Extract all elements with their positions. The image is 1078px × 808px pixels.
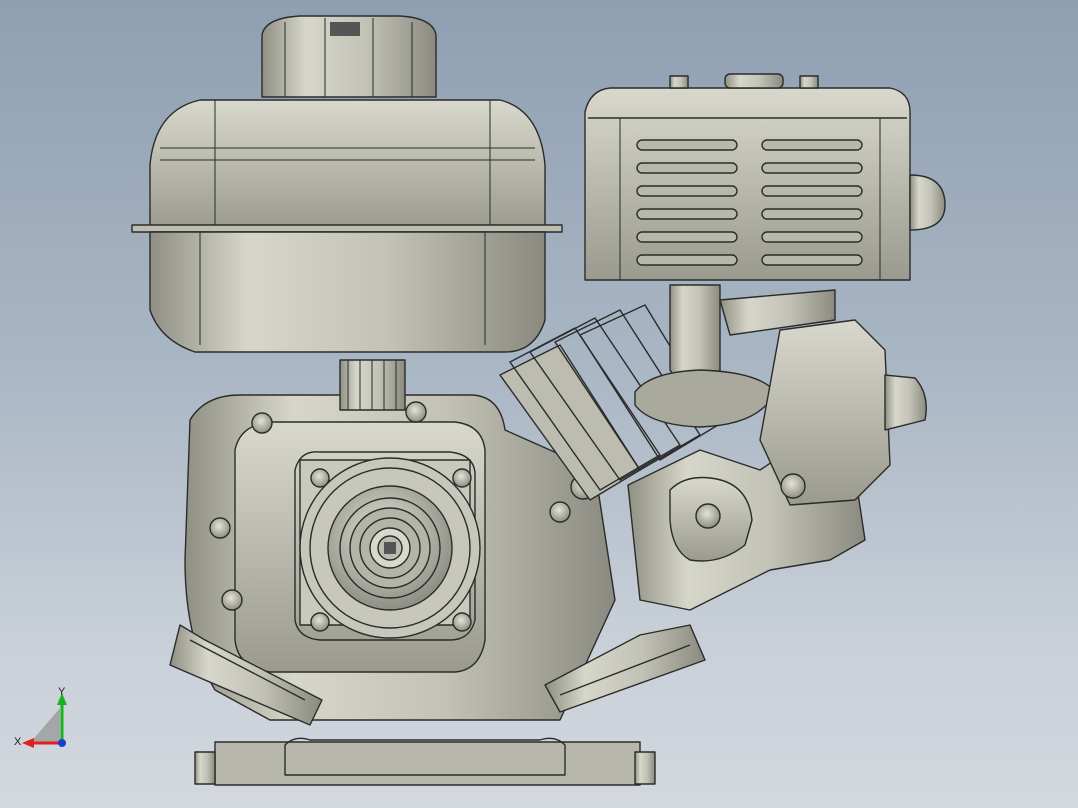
recoil-starter-housing — [584, 73, 946, 281]
coordinate-triad: Y X — [14, 686, 67, 748]
y-axis-label: Y — [58, 686, 66, 698]
3d-viewport[interactable]: Y X — [0, 0, 1078, 808]
engine-model[interactable] — [0, 0, 1078, 808]
fuel-cap — [261, 15, 437, 98]
x-axis-label: X — [14, 736, 22, 748]
crankshaft-face — [299, 457, 481, 639]
fuel-tank — [131, 99, 563, 353]
view-plane-icon — [30, 708, 60, 743]
engine-base — [194, 737, 656, 786]
carburetor — [339, 359, 406, 411]
